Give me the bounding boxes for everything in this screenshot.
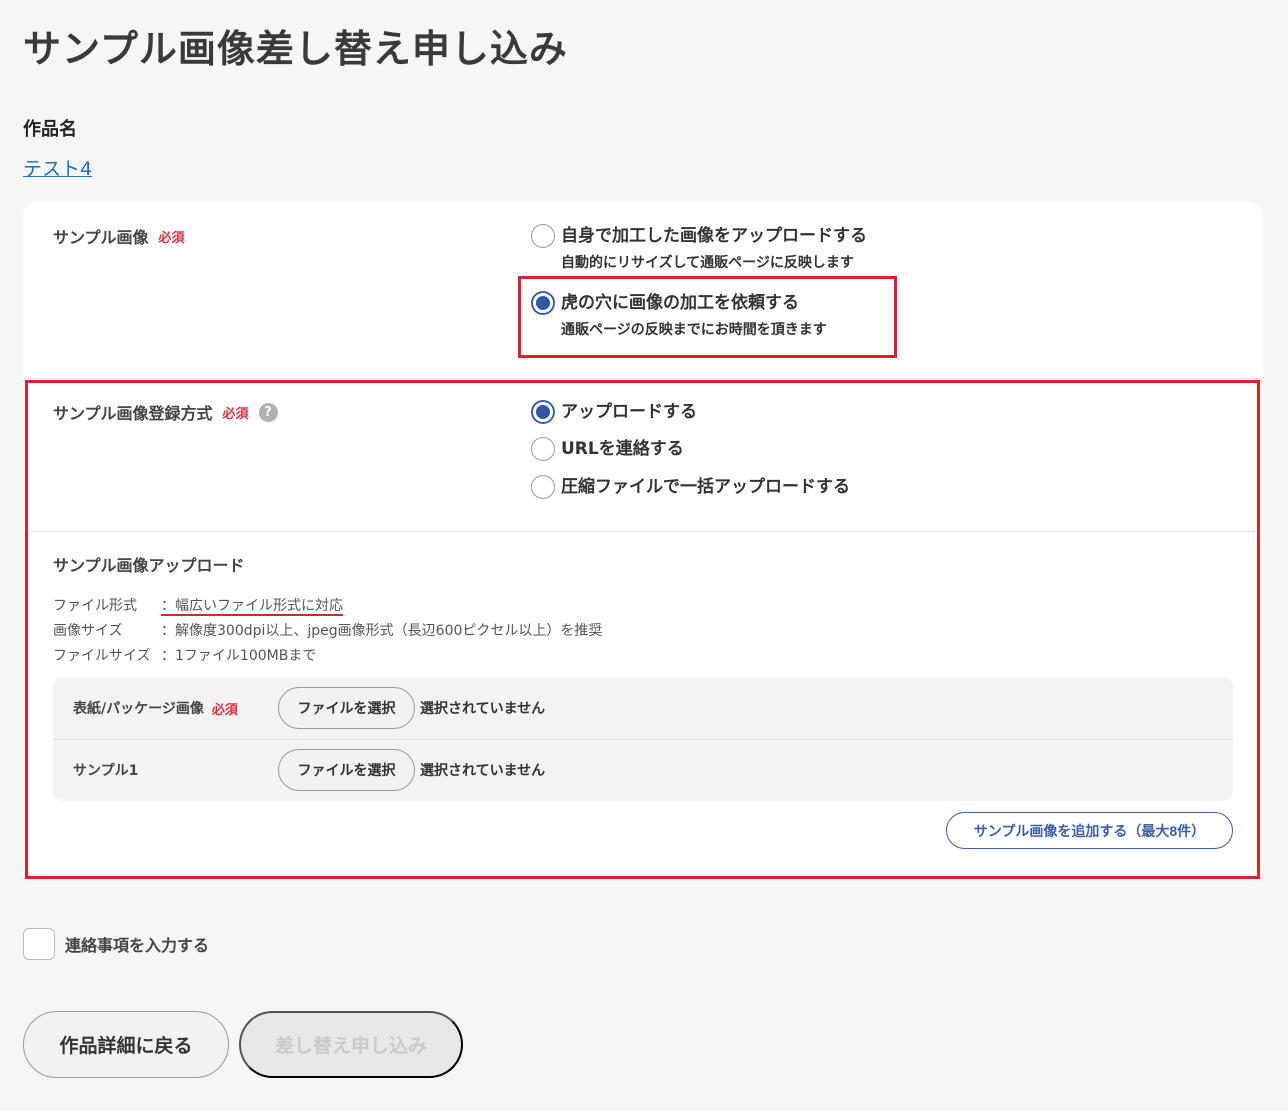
contact-checkbox[interactable] bbox=[23, 928, 55, 960]
highlight-box-processing bbox=[518, 276, 897, 358]
radio-button[interactable] bbox=[531, 224, 555, 248]
sample-image-label-text: サンプル画像 bbox=[53, 228, 149, 247]
contact-checkbox-row[interactable]: 連絡事項を入力する bbox=[23, 928, 209, 960]
required-badge: 必須 bbox=[158, 230, 185, 246]
highlight-box-register-method bbox=[25, 380, 1260, 879]
back-to-work-detail-button[interactable]: 作品詳細に戻る bbox=[23, 1011, 229, 1078]
submit-replacement-button[interactable]: 差し替え申し込み bbox=[239, 1011, 463, 1078]
contact-checkbox-label: 連絡事項を入力する bbox=[65, 936, 210, 955]
divider bbox=[23, 378, 1263, 379]
sample-image-label: サンプル画像 必須 bbox=[53, 224, 185, 248]
radio-option-self-upload[interactable]: 自身で加工した画像をアップロードする 自動的にリサイズして通販ページに反映します bbox=[531, 224, 867, 272]
work-name-label: 作品名 bbox=[23, 119, 77, 140]
page-title: サンプル画像差し替え申し込み bbox=[23, 27, 568, 71]
work-name-link[interactable]: テスト4 bbox=[23, 154, 92, 181]
radio-option-description: 自動的にリサイズして通販ページに反映します bbox=[561, 255, 854, 271]
radio-option-label: 自身で加工した画像をアップロードする bbox=[561, 226, 867, 246]
